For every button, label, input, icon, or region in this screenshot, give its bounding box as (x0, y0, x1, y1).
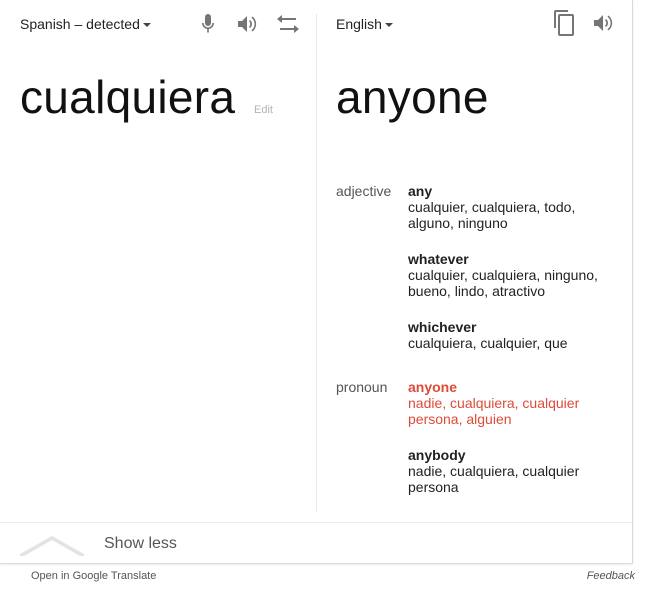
source-pane: Spanish – detected cualquiera Edit (0, 0, 316, 520)
dictionary-entry-selected[interactable]: anyone nadie, cualquiera, cualquier pers… (408, 379, 618, 427)
chevron-down-icon (384, 22, 393, 27)
entry-word: anyone (408, 379, 458, 395)
entry-synonyms: cualquiera, cualquier, que (408, 335, 568, 351)
translation-text: anyone (336, 71, 489, 123)
copy-button[interactable] (551, 10, 577, 36)
chevron-up-icon[interactable] (20, 534, 84, 556)
edit-link[interactable]: Edit (254, 104, 273, 116)
dictionary-entry[interactable]: whichever cualquiera, cualquier, que (408, 319, 618, 351)
pos-label: pronoun (336, 379, 388, 395)
source-language-select[interactable]: Spanish – detected (20, 16, 151, 32)
chevron-down-icon (142, 22, 151, 27)
speaker-icon (238, 16, 257, 32)
source-language-label: Spanish – detected (20, 16, 140, 32)
entry-word: anybody (408, 447, 466, 463)
feedback-link[interactable]: Feedback (587, 570, 635, 582)
dictionary-entry[interactable]: anybody nadie, cualquiera, cualquier per… (408, 447, 618, 495)
swap-languages-button[interactable] (275, 11, 301, 37)
microphone-icon (202, 14, 214, 33)
dictionary-entry[interactable]: whatever cualquier, cualquiera, ninguno,… (408, 251, 618, 299)
dictionary-entry[interactable]: any cualquier, cualquiera, todo, alguno,… (408, 183, 618, 231)
copy-icon (554, 10, 574, 36)
target-speaker-button[interactable] (591, 10, 617, 36)
pos-label: adjective (336, 183, 392, 199)
show-less-bar (0, 522, 632, 564)
speaker-icon (594, 15, 613, 31)
entry-word: whatever (408, 251, 469, 267)
entry-synonyms: nadie, cualquiera, cualquier persona (408, 463, 580, 495)
translate-card: Spanish – detected cualquiera Edit Engli… (0, 0, 633, 564)
target-language-select[interactable]: English (336, 16, 393, 32)
swap-icon (277, 15, 299, 33)
show-less-button[interactable]: Show less (104, 535, 177, 553)
entry-word: any (408, 183, 433, 199)
open-in-translate-link[interactable]: Open in Google Translate (31, 570, 156, 582)
microphone-button[interactable] (195, 11, 221, 37)
entry-word: whichever (408, 319, 477, 335)
source-text[interactable]: cualquiera (20, 70, 235, 124)
target-language-label: English (336, 16, 382, 32)
entry-synonyms: cualquier, cualquiera, ninguno, bueno, l… (408, 267, 598, 299)
entry-synonyms: cualquier, cualquiera, todo, alguno, nin… (408, 199, 576, 231)
entry-synonyms: nadie, cualquiera, cualquier persona, al… (408, 395, 580, 427)
source-speaker-button[interactable] (235, 11, 261, 37)
target-pane: English anyone adjective any cualquier, … (317, 0, 632, 520)
